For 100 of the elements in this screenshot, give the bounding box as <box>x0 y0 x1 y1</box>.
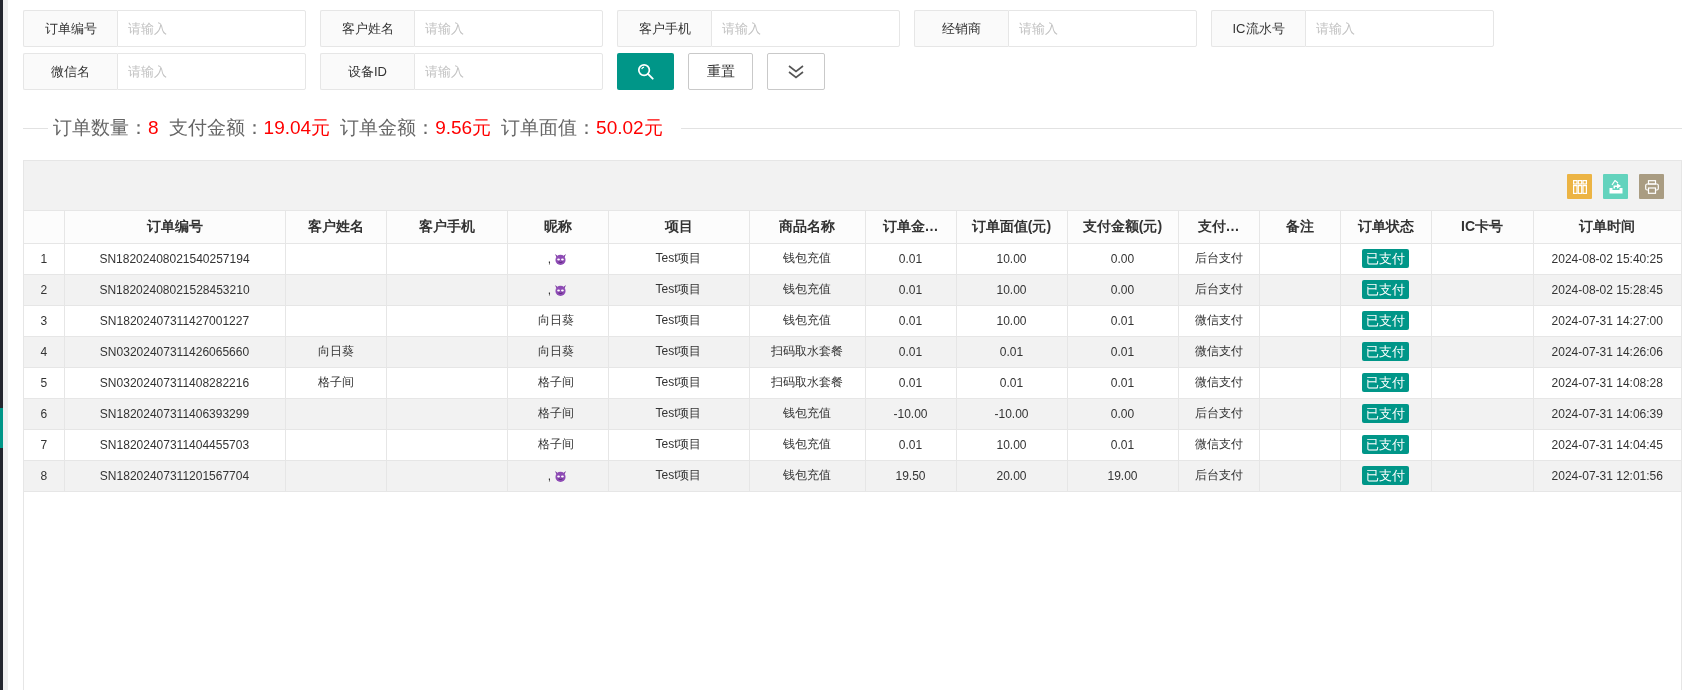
field-label: IC流水号 <box>1211 10 1305 47</box>
table-cell: 0.01 <box>1067 367 1178 398</box>
column-header: 客户姓名 <box>285 211 386 243</box>
export-icon <box>1608 179 1623 194</box>
table-cell: 格子间 <box>285 367 386 398</box>
table-cell: 10.00 <box>956 243 1067 274</box>
table-cell: Test项目 <box>608 274 749 305</box>
expand-button[interactable] <box>767 53 825 90</box>
reset-button[interactable]: 重置 <box>688 53 753 90</box>
table-cell: 0.00 <box>1067 243 1178 274</box>
field-label: 订单编号 <box>23 10 117 47</box>
column-header: 支付… <box>1178 211 1259 243</box>
table-cell: 钱包充值 <box>749 243 865 274</box>
column-header: 订单面值(元) <box>956 211 1067 243</box>
table-cell: SN18202407311201567704 <box>64 460 285 491</box>
table-cell: -10.00 <box>865 398 956 429</box>
search-button[interactable] <box>617 53 674 90</box>
field-label: 设备ID <box>320 53 414 90</box>
column-header: 订单金… <box>865 211 956 243</box>
table-cell: SN03202407311426065660 <box>64 336 285 367</box>
table-cell: 微信支付 <box>1178 367 1259 398</box>
field-label: 微信名 <box>23 53 117 90</box>
table-cell: 0.01 <box>1067 336 1178 367</box>
summary-value: 9.56元 <box>435 116 492 140</box>
row-number: 7 <box>24 429 64 460</box>
search-icon <box>637 63 654 80</box>
table-cell: 0.01 <box>956 367 1067 398</box>
summary-value: 19.04元 <box>263 116 331 140</box>
status-badge: 已支付 <box>1362 435 1409 454</box>
table-cell: 20.00 <box>956 460 1067 491</box>
table-cell: 钱包充值 <box>749 305 865 336</box>
table-cell: 后台支付 <box>1178 243 1259 274</box>
export-button[interactable] <box>1603 174 1628 199</box>
summary-label: 支付金额： <box>168 116 264 140</box>
nickname-text: , <box>547 468 552 483</box>
table-cell: 向日葵 <box>285 336 386 367</box>
table-cell: 0.01 <box>956 336 1067 367</box>
table-cell: 0.01 <box>1067 429 1178 460</box>
table-cell: SN18202407311427001227 <box>64 305 285 336</box>
nickname-text: 格子间 <box>538 406 574 420</box>
table-cell: 微信支付 <box>1178 429 1259 460</box>
column-header: 项目 <box>608 211 749 243</box>
table-cell: 0.01 <box>865 305 956 336</box>
columns-button[interactable] <box>1567 174 1592 199</box>
table-cell: Test项目 <box>608 398 749 429</box>
status-badge: 已支付 <box>1362 249 1409 268</box>
printer-icon <box>1644 179 1659 194</box>
column-header: 订单时间 <box>1533 211 1681 243</box>
table-cell: 微信支付 <box>1178 336 1259 367</box>
column-header: 订单状态 <box>1340 211 1431 243</box>
table-cell: 10.00 <box>956 305 1067 336</box>
table-cell: 0.00 <box>1067 274 1178 305</box>
table-cell: SN18202407311406393299 <box>64 398 285 429</box>
row-number: 5 <box>24 367 64 398</box>
table-cell: 0.01 <box>865 429 956 460</box>
row-number: 2 <box>24 274 64 305</box>
table-cell: -10.00 <box>956 398 1067 429</box>
table-cell: SN18202408021540257194 <box>64 243 285 274</box>
table-cell: 0.01 <box>865 243 956 274</box>
table-cell: Test项目 <box>608 305 749 336</box>
table-cell: 10.00 <box>956 429 1067 460</box>
column-header: IC卡号 <box>1431 211 1533 243</box>
field-label: 客户手机 <box>617 10 711 47</box>
table-cell: Test项目 <box>608 429 749 460</box>
table-cell: Test项目 <box>608 336 749 367</box>
table-cell: 0.01 <box>1067 305 1178 336</box>
table-cell: Test项目 <box>608 367 749 398</box>
table-cell: 0.01 <box>865 274 956 305</box>
summary-label: 订单面值： <box>501 116 597 140</box>
column-header: 订单编号 <box>64 211 285 243</box>
table-cell: 0.00 <box>1067 398 1178 429</box>
table-cell: 钱包充值 <box>749 429 865 460</box>
table-cell: SN03202407311408282216 <box>64 367 285 398</box>
double-chevron-icon <box>788 64 804 79</box>
nickname-text: 格子间 <box>538 375 574 389</box>
table-cell: 后台支付 <box>1178 274 1259 305</box>
status-badge: 已支付 <box>1362 342 1409 361</box>
status-badge: 已支付 <box>1362 466 1409 485</box>
table-cell: SN18202407311404455703 <box>64 429 285 460</box>
nickname-text: 格子间 <box>538 437 574 451</box>
column-header: 客户手机 <box>386 211 507 243</box>
table-cell: 后台支付 <box>1178 398 1259 429</box>
table-cell: 钱包充值 <box>749 460 865 491</box>
table-cell: Test项目 <box>608 460 749 491</box>
summary-value: 8 <box>148 117 159 139</box>
row-number: 8 <box>24 460 64 491</box>
table-cell: 0.01 <box>865 336 956 367</box>
table-cell: 19.00 <box>1067 460 1178 491</box>
nickname-text: 向日葵 <box>538 344 574 358</box>
row-number: 3 <box>24 305 64 336</box>
status-badge: 已支付 <box>1362 373 1409 392</box>
table-cell: 钱包充值 <box>749 398 865 429</box>
column-header: 昵称 <box>507 211 608 243</box>
table-cell: SN18202408021528453210 <box>64 274 285 305</box>
summary-label: 订单数量： <box>53 116 148 140</box>
print-button[interactable] <box>1639 174 1664 199</box>
table-cell: 扫码取水套餐 <box>749 367 865 398</box>
status-badge: 已支付 <box>1362 311 1409 330</box>
column-header: 支付金额(元) <box>1067 211 1178 243</box>
table-cell: 后台支付 <box>1178 460 1259 491</box>
